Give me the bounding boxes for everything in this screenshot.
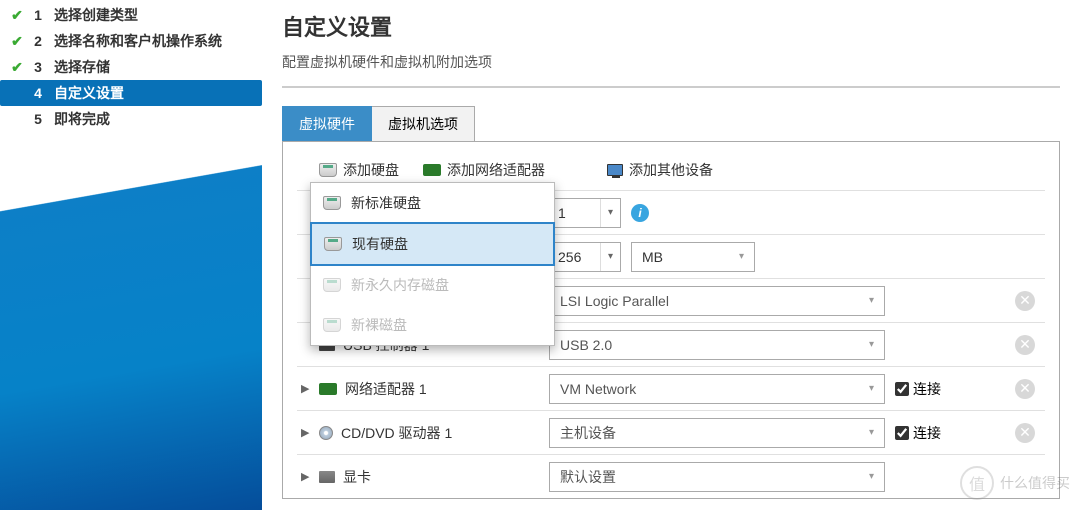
scsi-select[interactable]: LSI Logic Parallel ▾ xyxy=(549,286,885,316)
check-icon: ✔ xyxy=(10,59,24,76)
action-label: 添加网络适配器 xyxy=(447,160,545,180)
check-icon: ✔ xyxy=(10,33,24,50)
cdrom-connect-input[interactable] xyxy=(895,426,909,440)
chevron-down-icon: ▾ xyxy=(739,251,744,262)
nic-select[interactable]: VM Network ▾ xyxy=(549,374,885,404)
device-icon xyxy=(607,164,623,176)
watermark: 值 什么值得买 xyxy=(960,466,1070,500)
chevron-down-icon: ▾ xyxy=(869,427,874,438)
cd-icon xyxy=(319,426,333,440)
add-disk-button[interactable]: 添加硬盘 新标准硬盘 现有硬盘 新永久内存磁盘 xyxy=(311,156,407,184)
disk-icon xyxy=(319,163,337,177)
gpu-label[interactable]: ▶ 显卡 xyxy=(297,467,549,487)
step-label: 即将完成 xyxy=(54,109,110,129)
cdrom-value: 主机设备 xyxy=(560,423,616,443)
menu-label: 新标准硬盘 xyxy=(351,193,421,213)
step-number: 5 xyxy=(28,111,48,127)
step-label: 选择存储 xyxy=(54,57,110,77)
nic-label[interactable]: ▶ 网络适配器 1 xyxy=(297,379,549,399)
tabs: 虚拟硬件 虚拟机选项 xyxy=(282,106,1060,141)
main-panel: 自定义设置 配置虚拟机硬件和虚拟机附加选项 虚拟硬件 虚拟机选项 添加硬盘 新标… xyxy=(262,0,1080,510)
cdrom-row: ▶ CD/DVD 驱动器 1 主机设备 ▾ 连接 ✕ xyxy=(297,410,1045,454)
info-icon[interactable]: i xyxy=(631,204,649,222)
step-number: 4 xyxy=(28,85,48,101)
disk-icon xyxy=(324,237,342,251)
gpu-row: ▶ 显卡 默认设置 ▾ xyxy=(297,454,1045,498)
menu-existing-disk[interactable]: 现有硬盘 xyxy=(310,222,555,266)
watermark-badge: 值 xyxy=(960,466,994,500)
nic-icon xyxy=(319,383,337,395)
step-label: 选择创建类型 xyxy=(54,5,138,25)
add-other-button[interactable]: 添加其他设备 xyxy=(599,156,721,184)
gpu-select[interactable]: 默认设置 ▾ xyxy=(549,462,885,492)
step-label: 自定义设置 xyxy=(54,83,124,103)
menu-label: 现有硬盘 xyxy=(352,234,408,254)
disk-icon xyxy=(323,318,341,332)
chevron-down-icon: ▾ xyxy=(869,339,874,350)
cpu-value[interactable] xyxy=(550,201,600,225)
wizard-step-3[interactable]: ✔ 3 选择存储 xyxy=(0,54,262,80)
expand-icon[interactable]: ▶ xyxy=(301,470,311,483)
cdrom-label[interactable]: ▶ CD/DVD 驱动器 1 xyxy=(297,423,549,443)
nic-connect-input[interactable] xyxy=(895,382,909,396)
unit-label: MB xyxy=(642,249,663,265)
add-nic-button[interactable]: 添加网络适配器 xyxy=(415,156,553,184)
menu-new-raw-disk: 新裸磁盘 xyxy=(311,305,554,345)
usb-value: USB 2.0 xyxy=(560,337,612,353)
action-label: 添加其他设备 xyxy=(629,160,713,180)
wizard-step-4[interactable]: 4 自定义设置 xyxy=(0,80,262,106)
wizard-step-5[interactable]: 5 即将完成 xyxy=(0,106,262,132)
nic-connect-checkbox[interactable]: 连接 xyxy=(895,379,941,399)
nic-value: VM Network xyxy=(560,381,636,397)
gpu-icon xyxy=(319,471,335,483)
page-title: 自定义设置 xyxy=(282,10,1060,42)
tab-virtual-hardware[interactable]: 虚拟硬件 xyxy=(282,106,372,141)
memory-value[interactable] xyxy=(550,245,600,269)
disk-icon xyxy=(323,278,341,292)
wizard-sidebar: ✔ 1 选择创建类型 ✔ 2 选择名称和客户机操作系统 ✔ 3 选择存储 4 自… xyxy=(0,0,262,510)
tab-vm-options[interactable]: 虚拟机选项 xyxy=(372,106,475,141)
scsi-value: LSI Logic Parallel xyxy=(560,293,669,309)
remove-cdrom-button[interactable]: ✕ xyxy=(1015,423,1035,443)
step-number: 1 xyxy=(28,7,48,23)
cpu-count-input[interactable]: ▾ xyxy=(549,198,621,228)
hardware-panel: 添加硬盘 新标准硬盘 现有硬盘 新永久内存磁盘 xyxy=(282,141,1060,499)
wizard-step-2[interactable]: ✔ 2 选择名称和客户机操作系统 xyxy=(0,28,262,54)
nic-row: ▶ 网络适配器 1 VM Network ▾ 连接 ✕ xyxy=(297,366,1045,410)
cdrom-connect-checkbox[interactable]: 连接 xyxy=(895,423,941,443)
remove-nic-button[interactable]: ✕ xyxy=(1015,379,1035,399)
check-icon: ✔ xyxy=(10,7,24,24)
divider xyxy=(282,86,1060,88)
gpu-value: 默认设置 xyxy=(560,467,616,487)
menu-label: 新裸磁盘 xyxy=(351,315,407,335)
cdrom-select[interactable]: 主机设备 ▾ xyxy=(549,418,885,448)
step-number: 2 xyxy=(28,33,48,49)
step-number: 3 xyxy=(28,59,48,75)
chevron-down-icon: ▾ xyxy=(869,471,874,482)
disk-dropdown-menu: 新标准硬盘 现有硬盘 新永久内存磁盘 新裸磁盘 xyxy=(310,182,555,346)
memory-unit-select[interactable]: MB ▾ xyxy=(631,242,755,272)
action-bar: 添加硬盘 新标准硬盘 现有硬盘 新永久内存磁盘 xyxy=(297,156,1045,184)
menu-label: 新永久内存磁盘 xyxy=(351,275,449,295)
expand-icon[interactable]: ▶ xyxy=(301,382,311,395)
chevron-down-icon[interactable]: ▾ xyxy=(600,243,620,271)
wizard-step-1[interactable]: ✔ 1 选择创建类型 xyxy=(0,2,262,28)
expand-icon[interactable]: ▶ xyxy=(301,426,311,439)
menu-new-standard-disk[interactable]: 新标准硬盘 xyxy=(311,183,554,223)
remove-scsi-button[interactable]: ✕ xyxy=(1015,291,1035,311)
remove-usb-button[interactable]: ✕ xyxy=(1015,335,1035,355)
chevron-down-icon[interactable]: ▾ xyxy=(600,199,620,227)
usb-select[interactable]: USB 2.0 ▾ xyxy=(549,330,885,360)
action-label: 添加硬盘 xyxy=(343,160,399,180)
menu-new-pmem-disk: 新永久内存磁盘 xyxy=(311,265,554,305)
page-subtitle: 配置虚拟机硬件和虚拟机附加选项 xyxy=(282,52,1060,72)
step-label: 选择名称和客户机操作系统 xyxy=(54,31,222,51)
nic-icon xyxy=(423,164,441,176)
memory-input[interactable]: ▾ xyxy=(549,242,621,272)
chevron-down-icon: ▾ xyxy=(869,383,874,394)
disk-icon xyxy=(323,196,341,210)
watermark-text: 什么值得买 xyxy=(1000,473,1070,493)
chevron-down-icon: ▾ xyxy=(869,295,874,306)
